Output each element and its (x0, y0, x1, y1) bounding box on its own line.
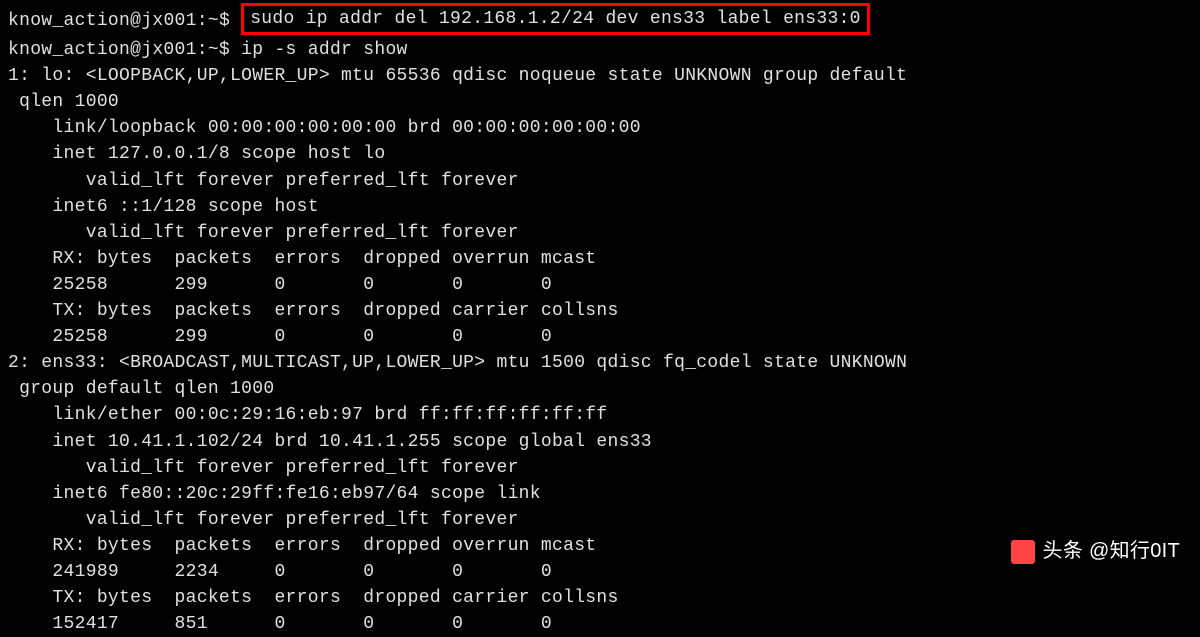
terminal-output-line: 152417 851 0 0 0 0 (8, 611, 1192, 637)
terminal-output-line: 25258 299 0 0 0 0 (8, 324, 1192, 350)
terminal-output-line: link/loopback 00:00:00:00:00:00 brd 00:0… (8, 115, 1192, 141)
prompt-user: know_action (8, 11, 130, 31)
terminal-output-line: inet6 ::1/128 scope host (8, 194, 1192, 220)
terminal-output-line: TX: bytes packets errors dropped carrier… (8, 585, 1192, 611)
highlighted-command: sudo ip addr del 192.168.1.2/24 dev ens3… (241, 3, 870, 35)
prompt-symbol: $ (219, 11, 230, 31)
terminal-line-cmd1: know_action@jx001:~$ sudo ip addr del 19… (8, 5, 1192, 37)
terminal-output-line: 1: lo: <LOOPBACK,UP,LOWER_UP> mtu 65536 … (8, 63, 1192, 89)
terminal-output-line: valid_lft forever preferred_lft forever (8, 455, 1192, 481)
terminal-output-line: valid_lft forever preferred_lft forever (8, 168, 1192, 194)
watermark-text: 头条 @知行0IT (1043, 537, 1180, 566)
terminal-line-cmd2: know_action@jx001:~$ ip -s addr show (8, 37, 1192, 63)
watermark-icon (1011, 540, 1035, 564)
watermark: 头条 @知行0IT (1011, 537, 1180, 566)
terminal-output-line: valid_lft forever preferred_lft forever (8, 220, 1192, 246)
terminal-output-line: inet6 fe80::20c:29ff:fe16:eb97/64 scope … (8, 481, 1192, 507)
terminal-output-line: 2: ens33: <BROADCAST,MULTICAST,UP,LOWER_… (8, 350, 1192, 376)
terminal-output-line: TX: bytes packets errors dropped carrier… (8, 298, 1192, 324)
prompt-path: ~ (208, 11, 219, 31)
terminal-output-line: link/ether 00:0c:29:16:eb:97 brd ff:ff:f… (8, 402, 1192, 428)
terminal-output-line: RX: bytes packets errors dropped overrun… (8, 246, 1192, 272)
terminal-output-line: 25258 299 0 0 0 0 (8, 272, 1192, 298)
terminal-output-line: inet 127.0.0.1/8 scope host lo (8, 141, 1192, 167)
terminal-output-line: qlen 1000 (8, 89, 1192, 115)
terminal-output-line: valid_lft forever preferred_lft forever (8, 507, 1192, 533)
prompt-host: jx001 (141, 11, 197, 31)
terminal-output-line: group default qlen 1000 (8, 376, 1192, 402)
terminal-output-line: inet 10.41.1.102/24 brd 10.41.1.255 scop… (8, 429, 1192, 455)
